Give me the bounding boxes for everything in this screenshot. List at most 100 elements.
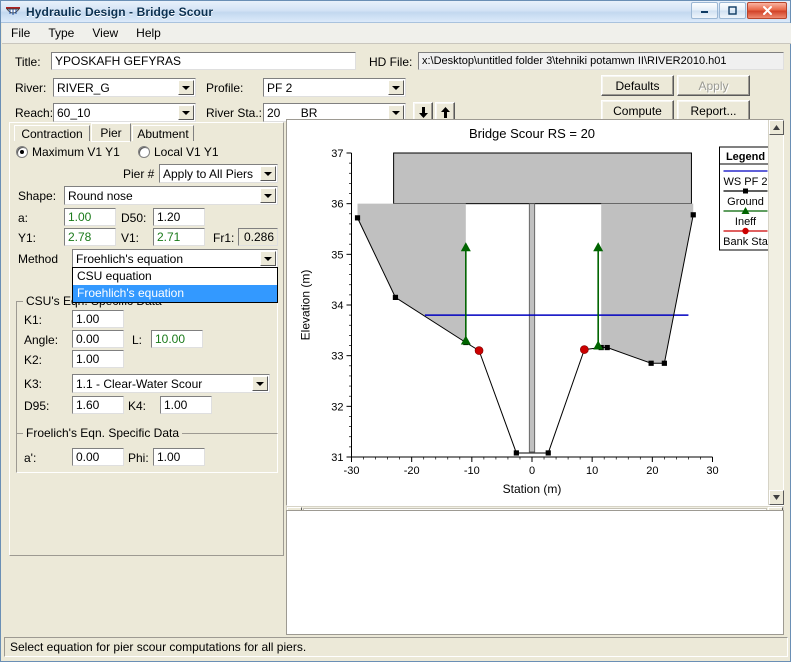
scroll-down-icon[interactable] [769, 490, 784, 505]
minimize-button[interactable] [691, 2, 718, 19]
bridge-scour-chart[interactable]: Bridge Scour RS = 20 31 32 33 34 35 36 37 -30 -20… [287, 120, 783, 505]
phi-input[interactable]: 1.00 [153, 448, 205, 466]
y-axis-label: Elevation (m) [299, 270, 313, 341]
shape-label: Shape: [18, 189, 57, 203]
chevron-down-icon[interactable] [260, 251, 276, 266]
aprime-label: a': [24, 451, 37, 465]
shape-combo[interactable]: Round nose [64, 186, 278, 205]
maximize-button[interactable] [719, 2, 746, 19]
bridge-pier-0 [528, 203, 536, 453]
scroll-up-icon[interactable] [769, 120, 784, 135]
fr1-value: 0.286 [238, 228, 278, 246]
chevron-down-icon[interactable] [260, 166, 276, 181]
x-tick-label: -30 [344, 465, 360, 477]
menu-view[interactable]: View [83, 24, 127, 42]
radio-maximum-label: Maximum V1 Y1 [32, 145, 120, 159]
compute-button[interactable]: Compute [601, 100, 674, 121]
chevron-down-icon[interactable] [260, 188, 276, 203]
defaults-button[interactable]: Defaults [601, 75, 674, 96]
d50-input[interactable]: 1.20 [153, 208, 205, 226]
x-tick-label: -20 [404, 465, 420, 477]
chevron-down-icon[interactable] [178, 105, 194, 120]
velocity-option-group: Maximum V1 Y1 Local V1 Y1 [16, 145, 276, 161]
legend-label-2: Ineff [735, 216, 757, 228]
chevron-down-icon[interactable] [252, 376, 268, 391]
y-tick-label: 31 [331, 452, 343, 464]
profile-label: Profile: [206, 81, 244, 95]
ground-point-marker [513, 450, 519, 456]
report-button[interactable]: Report... [677, 100, 750, 121]
method-option-csu[interactable]: CSU equation [73, 268, 277, 285]
riversta-value: 20 [267, 106, 281, 120]
legend-label-1: Ground [727, 196, 764, 208]
method-combo[interactable]: Froehlich's equation [72, 249, 278, 268]
v1-input[interactable]: 2.71 [153, 228, 205, 246]
header-form: Title: YPOSKAFH GEFYRAS HD File: x:\Desk… [1, 45, 791, 123]
y-tick-label: 34 [331, 300, 343, 312]
k4-input[interactable]: 1.00 [160, 396, 212, 414]
status-bar: Select equation for pier scour computati… [4, 637, 788, 657]
k2-label: K2: [24, 353, 43, 367]
radio-maximum-v1y1[interactable]: Maximum V1 Y1 [16, 145, 120, 159]
a-input[interactable]: 1.00 [64, 208, 116, 226]
k3-combo[interactable]: 1.1 - Clear-Water Scour [72, 374, 270, 393]
reach-combo[interactable]: 60_10 [53, 103, 196, 122]
tab-pier[interactable]: Pier [91, 123, 131, 142]
chevron-down-icon[interactable] [178, 80, 194, 95]
hydraulic-design-window: Hydraulic Design - Bridge Scour File Typ… [0, 0, 791, 662]
left-abutment [357, 203, 466, 343]
radio-local-v1y1[interactable]: Local V1 Y1 [138, 145, 219, 159]
chevron-down-icon[interactable] [388, 80, 404, 95]
fr1-label: Fr1: [213, 231, 235, 245]
angle-input[interactable]: 0.00 [72, 330, 124, 348]
bridge-deck [393, 152, 692, 205]
method-label: Method [18, 252, 59, 266]
hdfile-value: x:\Desktop\untitled folder 3\tehniki pot… [418, 52, 784, 70]
k4-label: K4: [128, 399, 147, 413]
tab-abutment[interactable]: Abutment [132, 125, 194, 141]
phi-label: Phi: [128, 451, 149, 465]
profile-combo[interactable]: PF 2 [263, 78, 406, 97]
chevron-down-icon[interactable] [388, 105, 404, 120]
chart-vertical-scrollbar[interactable] [768, 120, 784, 505]
x-tick-label: 0 [529, 465, 535, 477]
froehlich-group-title: Froelich's Eqn. Specific Data [23, 426, 183, 440]
title-label: Title: [15, 55, 41, 69]
a-label: a: [18, 211, 29, 225]
l-input[interactable]: 10.00 [151, 330, 203, 348]
d95-input[interactable]: 1.60 [72, 396, 124, 414]
window-title: Hydraulic Design - Bridge Scour [26, 4, 214, 19]
radio-dot-icon [138, 146, 150, 158]
title-input[interactable]: YPOSKAFH GEFYRAS [51, 52, 356, 70]
river-combo[interactable]: RIVER_G [53, 78, 196, 97]
chart-title: Bridge Scour RS = 20 [469, 126, 595, 141]
hdfile-label: HD File: [369, 55, 413, 69]
y-tick-label: 35 [331, 249, 343, 261]
bridge-scour-chart-panel: Bridge Scour RS = 20 31 32 33 34 35 36 37 -30 -20… [286, 119, 784, 506]
aprime-input[interactable]: 0.00 [72, 448, 124, 466]
method-option-froehlich[interactable]: Froehlich's equation [73, 285, 277, 302]
legend-circle-marker [742, 227, 749, 235]
close-button[interactable] [747, 2, 787, 19]
method-dropdown-list[interactable]: CSU equation Froehlich's equation [72, 267, 278, 303]
menu-file[interactable]: File [2, 24, 39, 42]
radio-local-label: Local V1 Y1 [154, 145, 219, 159]
tab-contraction[interactable]: Contraction [14, 125, 90, 141]
k1-input[interactable]: 1.00 [72, 310, 124, 328]
pier-number-label: Pier # [123, 167, 155, 181]
pier-number-combo[interactable]: Apply to All Piers [159, 164, 278, 183]
apply-button[interactable]: Apply [677, 75, 750, 96]
ground-point-marker [648, 360, 654, 366]
y1-label: Y1: [18, 231, 37, 245]
csu-specific-group: CSU's Eqn. Specific Data [16, 294, 278, 434]
x-tick-label: -10 [464, 465, 480, 477]
menu-help[interactable]: Help [127, 24, 170, 42]
radio-dot-icon [16, 146, 28, 158]
k2-input[interactable]: 1.00 [72, 350, 124, 368]
menu-type[interactable]: Type [39, 24, 83, 42]
y1-input[interactable]: 2.78 [64, 228, 116, 246]
reach-label: Reach: [15, 106, 54, 120]
v1-label: V1: [121, 231, 140, 245]
k3-label: K3: [24, 377, 43, 391]
results-output-panel[interactable] [286, 510, 784, 635]
